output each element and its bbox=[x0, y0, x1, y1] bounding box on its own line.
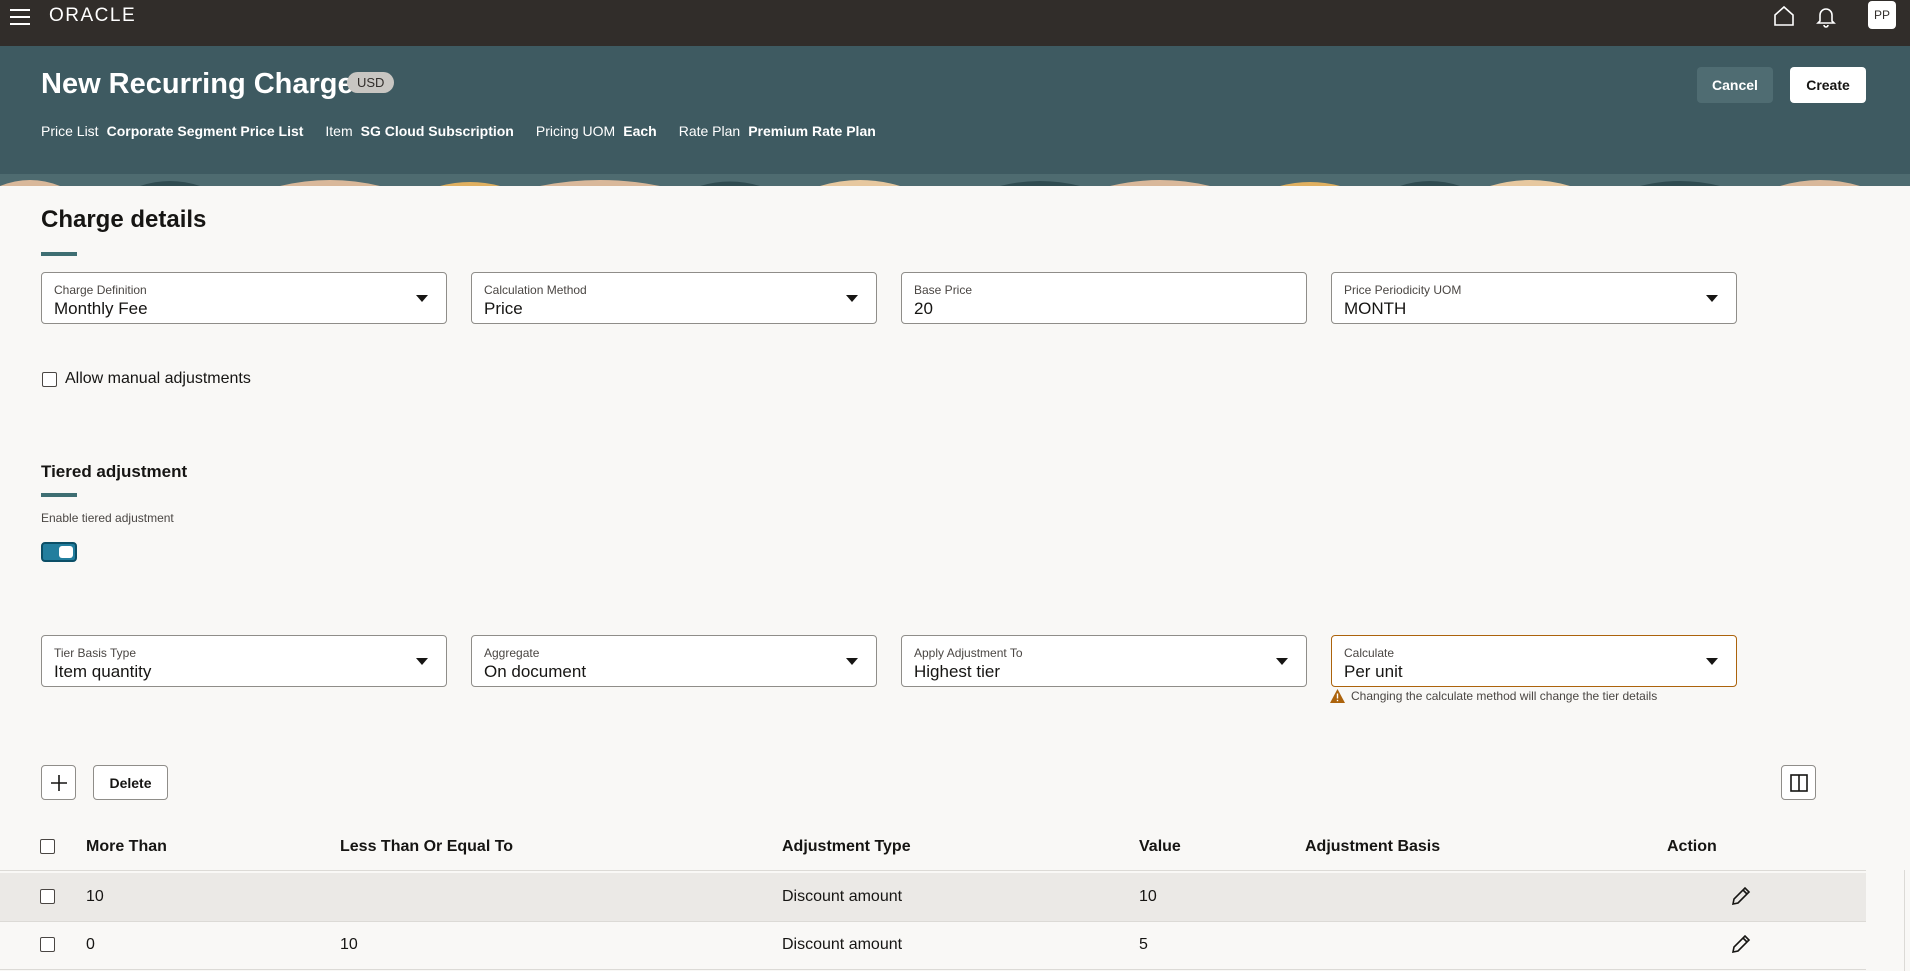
warning-icon bbox=[1330, 689, 1345, 703]
cell-more-than: 0 bbox=[86, 936, 95, 953]
meta-label-item: Item bbox=[325, 123, 353, 139]
oracle-logo: ORACLE bbox=[49, 5, 137, 26]
field-label: Tier Basis Type bbox=[54, 646, 137, 660]
charge-details-title: Charge details bbox=[41, 206, 207, 233]
chevron-down-icon[interactable] bbox=[1706, 295, 1718, 302]
table-row[interactable]: 0 10 Discount amount 5 bbox=[0, 922, 1866, 970]
table-row[interactable]: 10 Discount amount 10 bbox=[0, 873, 1866, 921]
top-nav-bar: ORACLE PP bbox=[0, 0, 1910, 46]
create-button[interactable]: Create bbox=[1790, 67, 1866, 103]
chevron-down-icon[interactable] bbox=[416, 295, 428, 302]
chevron-down-icon[interactable] bbox=[416, 658, 428, 665]
field-label: Aggregate bbox=[484, 646, 540, 660]
cell-adjustment-type: Discount amount bbox=[782, 936, 903, 953]
currency-badge: USD bbox=[347, 72, 395, 93]
field-label: Calculation Method bbox=[484, 283, 587, 297]
enable-tiered-label: Enable tiered adjustment bbox=[41, 511, 174, 525]
column-layout-button[interactable] bbox=[1781, 765, 1816, 800]
charge-definition-select[interactable]: Charge Definition Monthly Fee bbox=[41, 272, 447, 324]
column-header-more-than[interactable]: More Than bbox=[86, 838, 167, 856]
chevron-down-icon[interactable] bbox=[1276, 658, 1288, 665]
field-value: Per unit bbox=[1344, 662, 1403, 681]
field-label: Base Price bbox=[914, 283, 973, 297]
select-all-checkbox[interactable] bbox=[40, 839, 55, 854]
column-header-value[interactable]: Value bbox=[1139, 838, 1181, 856]
delete-button[interactable]: Delete bbox=[93, 765, 168, 800]
tiered-adjustment-underline bbox=[41, 493, 77, 497]
tier-basis-type-select[interactable]: Tier Basis Type Item quantity bbox=[41, 635, 447, 687]
table-divider bbox=[0, 969, 1866, 970]
meta-value-price-list: Corporate Segment Price List bbox=[106, 123, 304, 139]
field-value: Price bbox=[484, 299, 523, 318]
toggle-knob bbox=[59, 546, 73, 558]
pencil-icon[interactable] bbox=[1730, 933, 1752, 955]
add-row-button[interactable] bbox=[41, 765, 76, 800]
allow-manual-adjustments-label: Allow manual adjustments bbox=[65, 370, 251, 387]
meta-label-pricing-uom: Pricing UOM bbox=[535, 123, 616, 139]
field-value: Highest tier bbox=[914, 662, 1000, 681]
header-meta: Price List Corporate Segment Price List … bbox=[41, 123, 898, 139]
calculate-select[interactable]: Calculate Per unit bbox=[1331, 635, 1737, 687]
cell-adjustment-type: Discount amount bbox=[782, 888, 903, 905]
pencil-icon[interactable] bbox=[1730, 885, 1752, 907]
page-title: New Recurring Charge bbox=[41, 68, 354, 100]
allow-manual-adjustments-checkbox[interactable] bbox=[42, 372, 57, 387]
cell-more-than: 10 bbox=[86, 888, 104, 905]
warning-text: Changing the calculate method will chang… bbox=[1351, 689, 1658, 703]
column-header-action: Action bbox=[1667, 838, 1717, 855]
columns-icon bbox=[1789, 773, 1808, 792]
apply-adjustment-to-select[interactable]: Apply Adjustment To Highest tier bbox=[901, 635, 1307, 687]
field-label: Charge Definition bbox=[54, 283, 147, 297]
header-decorative-pattern bbox=[0, 174, 1910, 186]
calculation-method-select[interactable]: Calculation Method Price bbox=[471, 272, 877, 324]
field-value: On document bbox=[484, 662, 587, 681]
calculate-warning: Changing the calculate method will chang… bbox=[1330, 689, 1657, 703]
table-divider bbox=[0, 870, 1866, 871]
field-value: Monthly Fee bbox=[54, 299, 148, 318]
chevron-down-icon[interactable] bbox=[846, 295, 858, 302]
field-label: Apply Adjustment To bbox=[914, 646, 1023, 660]
row-checkbox[interactable] bbox=[40, 889, 55, 904]
home-icon[interactable] bbox=[1772, 4, 1796, 28]
field-label: Price Periodicity UOM bbox=[1344, 283, 1462, 297]
field-label: Calculate bbox=[1344, 646, 1395, 660]
price-periodicity-uom-select[interactable]: Price Periodicity UOM MONTH bbox=[1331, 272, 1737, 324]
meta-value-item: SG Cloud Subscription bbox=[360, 123, 514, 139]
column-header-adjustment-basis[interactable]: Adjustment Basis bbox=[1305, 838, 1440, 856]
page-header: New Recurring Charge USD Price List Corp… bbox=[0, 46, 1910, 186]
chevron-down-icon[interactable] bbox=[846, 658, 858, 665]
aggregate-select[interactable]: Aggregate On document bbox=[471, 635, 877, 687]
meta-label-rate-plan: Rate Plan bbox=[678, 123, 741, 139]
row-checkbox[interactable] bbox=[40, 937, 55, 952]
menu-icon[interactable] bbox=[10, 6, 32, 28]
table-scroll-edge bbox=[1904, 870, 1910, 971]
meta-value-pricing-uom: Each bbox=[623, 123, 657, 139]
meta-value-rate-plan: Premium Rate Plan bbox=[748, 123, 876, 139]
charge-details-underline bbox=[41, 252, 77, 256]
cell-value: 5 bbox=[1139, 936, 1148, 953]
field-value: Item quantity bbox=[54, 662, 152, 681]
meta-label-price-list: Price List bbox=[41, 123, 99, 139]
cancel-button[interactable]: Cancel bbox=[1697, 67, 1773, 103]
chevron-down-icon[interactable] bbox=[1706, 658, 1718, 665]
column-header-less-than[interactable]: Less Than Or Equal To bbox=[340, 838, 513, 856]
cell-value: 10 bbox=[1139, 888, 1157, 905]
field-value: 20 bbox=[914, 299, 933, 318]
column-header-adjustment-type[interactable]: Adjustment Type bbox=[782, 838, 911, 856]
field-value: MONTH bbox=[1344, 299, 1407, 318]
enable-tiered-toggle[interactable] bbox=[41, 542, 77, 562]
cell-less-than: 10 bbox=[340, 936, 358, 953]
base-price-input[interactable]: Base Price 20 bbox=[901, 272, 1307, 324]
bell-icon[interactable] bbox=[1814, 4, 1838, 28]
tiered-adjustment-title: Tiered adjustment bbox=[41, 462, 188, 481]
plus-icon bbox=[50, 774, 67, 791]
avatar[interactable]: PP bbox=[1868, 1, 1896, 29]
